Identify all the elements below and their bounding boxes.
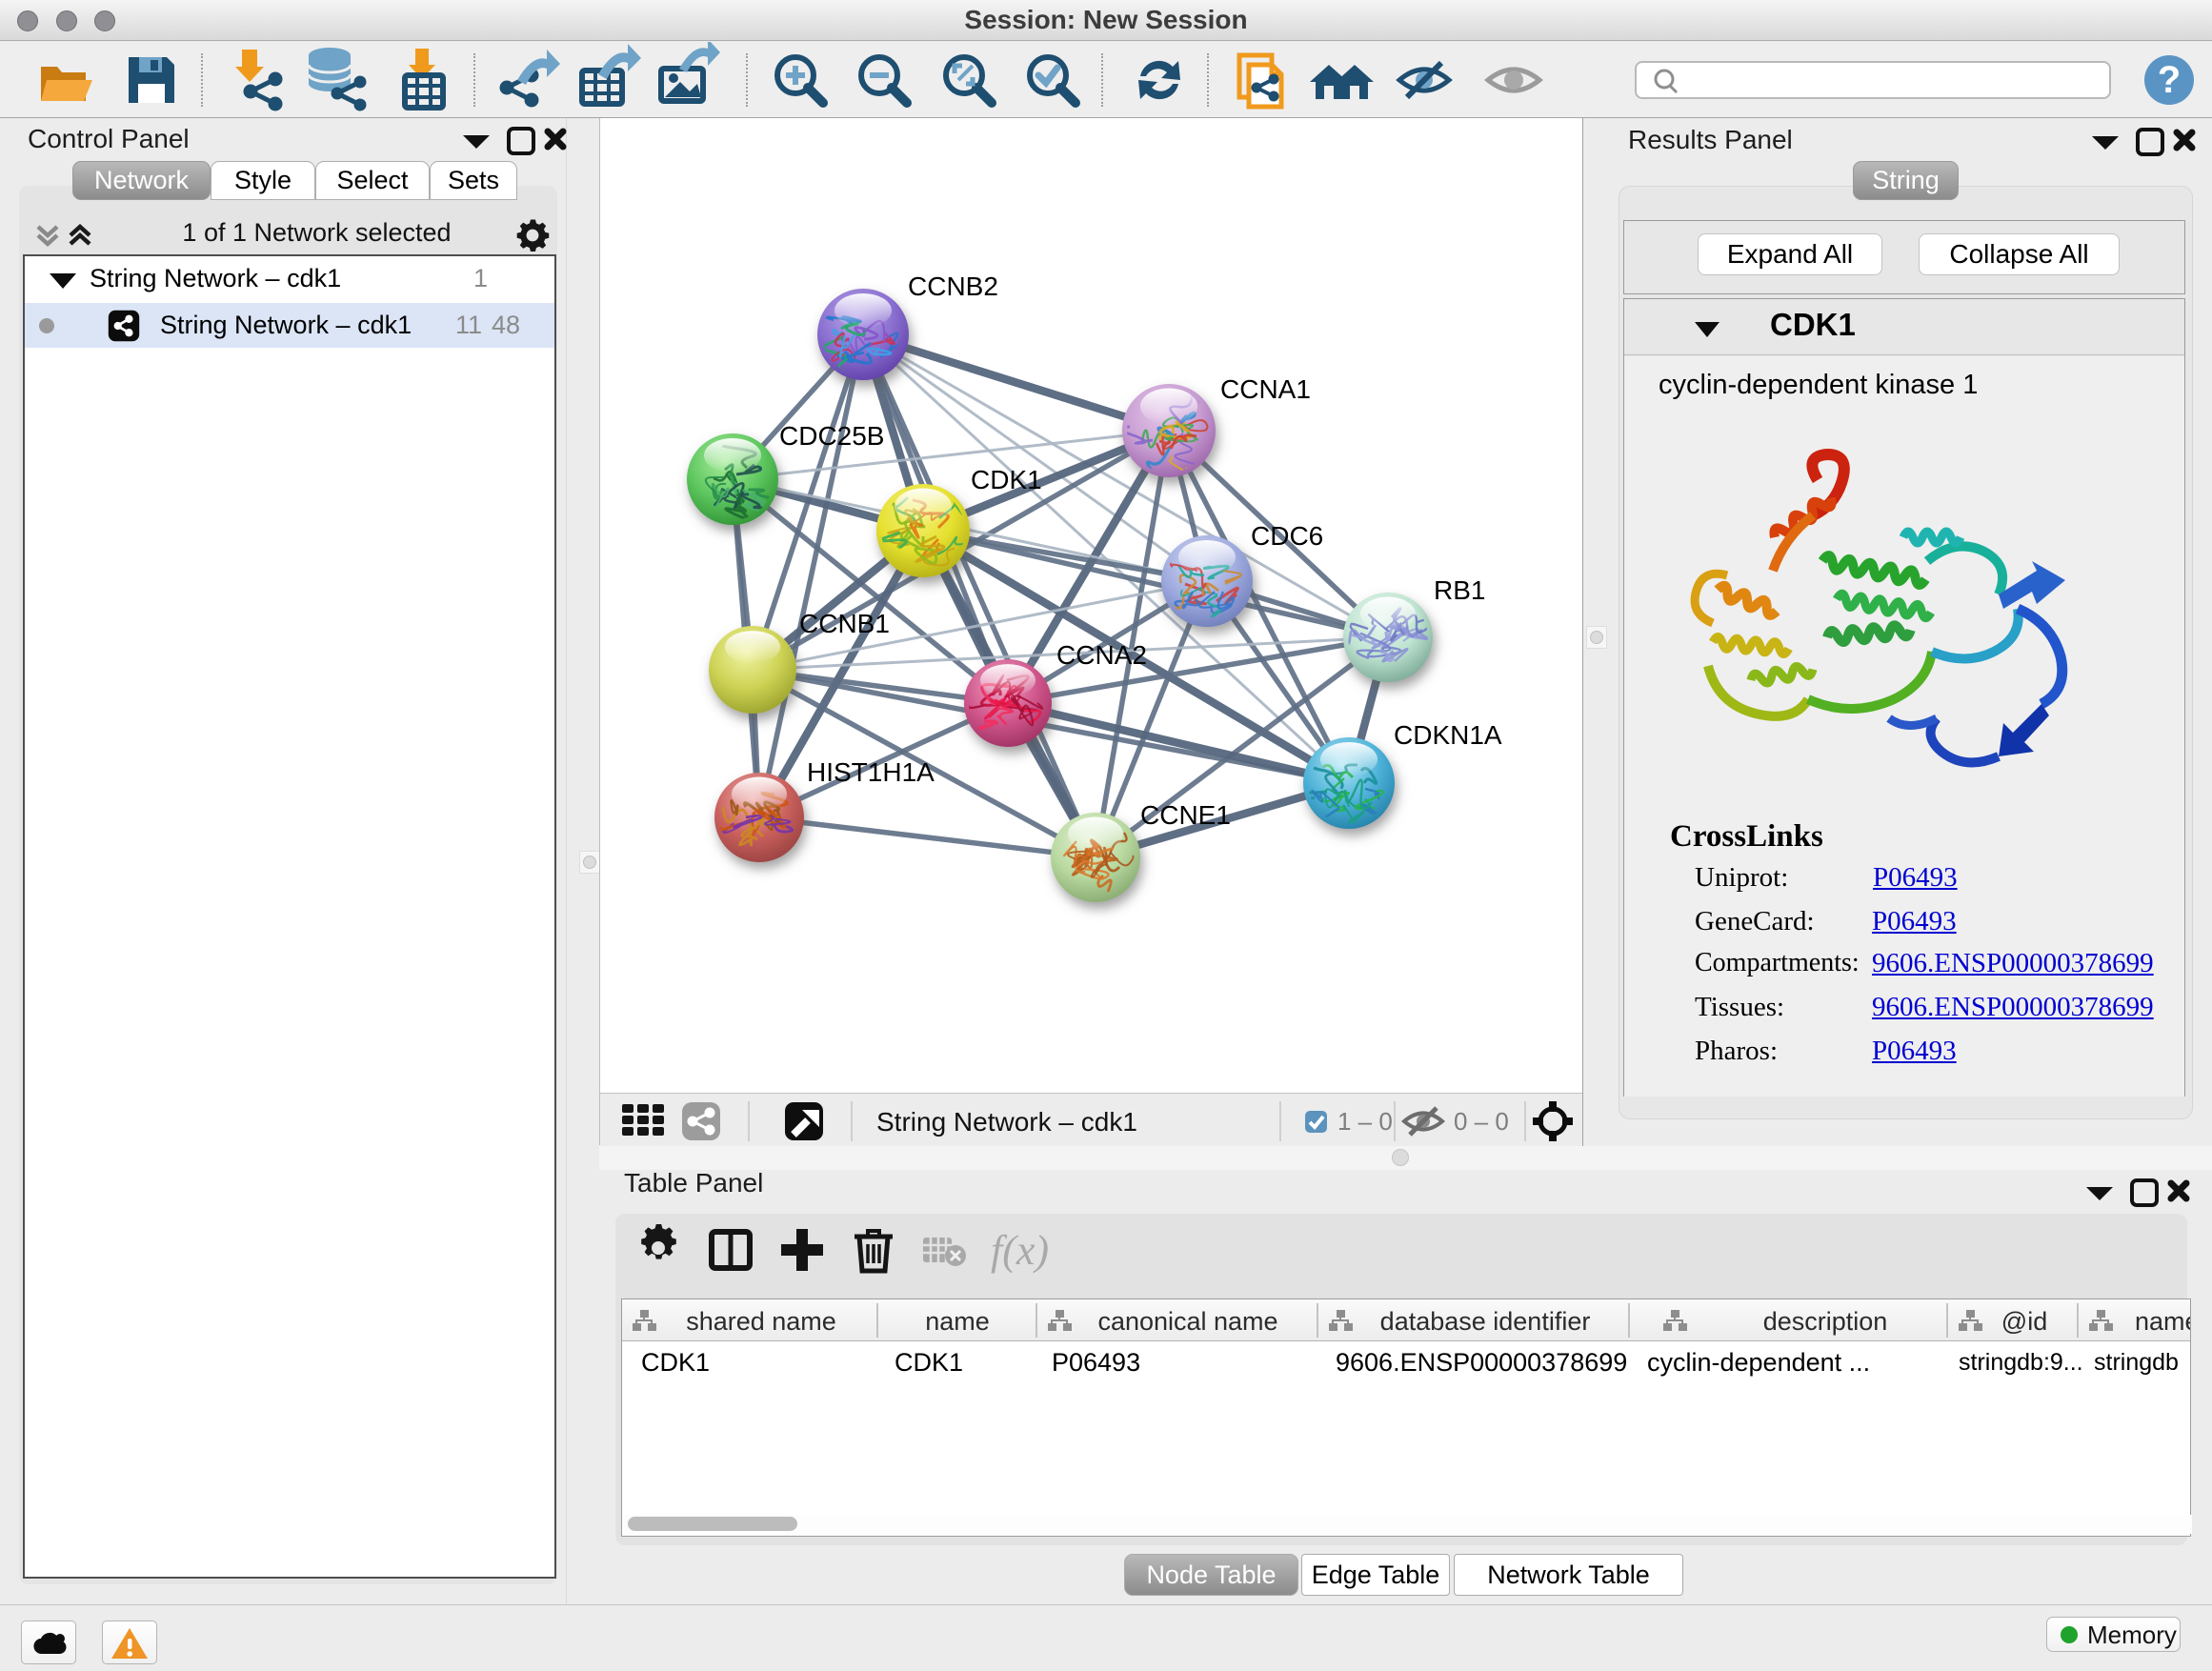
svg-text:description: description	[1763, 1307, 1888, 1336]
svg-text:f(x): f(x)	[991, 1227, 1049, 1274]
svg-text:CCNA2: CCNA2	[1056, 640, 1147, 670]
svg-text:RB1: RB1	[1434, 575, 1485, 605]
svg-text:namespace: namespace	[2135, 1307, 2190, 1336]
svg-text:CCNA1: CCNA1	[1220, 374, 1311, 404]
svg-text:database identifier: database identifier	[1380, 1307, 1591, 1336]
svg-text:CDK1: CDK1	[971, 465, 1042, 494]
svg-text:String Network – cdk1: String Network – cdk1	[876, 1107, 1137, 1137]
svg-text:shared name: shared name	[686, 1307, 836, 1336]
svg-text:CDC25B: CDC25B	[779, 421, 884, 451]
svg-text:CDKN1A: CDKN1A	[1394, 720, 1502, 750]
svg-text:CCNB1: CCNB1	[799, 609, 890, 638]
svg-text:1 – 0: 1 – 0	[1337, 1107, 1393, 1136]
svg-text:CCNE1: CCNE1	[1140, 800, 1231, 830]
svg-text:CDC6: CDC6	[1251, 521, 1323, 551]
svg-text:@id: @id	[2001, 1307, 2047, 1336]
svg-text:0 – 0: 0 – 0	[1454, 1107, 1509, 1136]
svg-text:HIST1H1A: HIST1H1A	[807, 757, 935, 787]
svg-text:name: name	[925, 1307, 990, 1336]
svg-text:canonical name: canonical name	[1097, 1307, 1277, 1336]
svg-text:CCNB2: CCNB2	[908, 272, 998, 301]
